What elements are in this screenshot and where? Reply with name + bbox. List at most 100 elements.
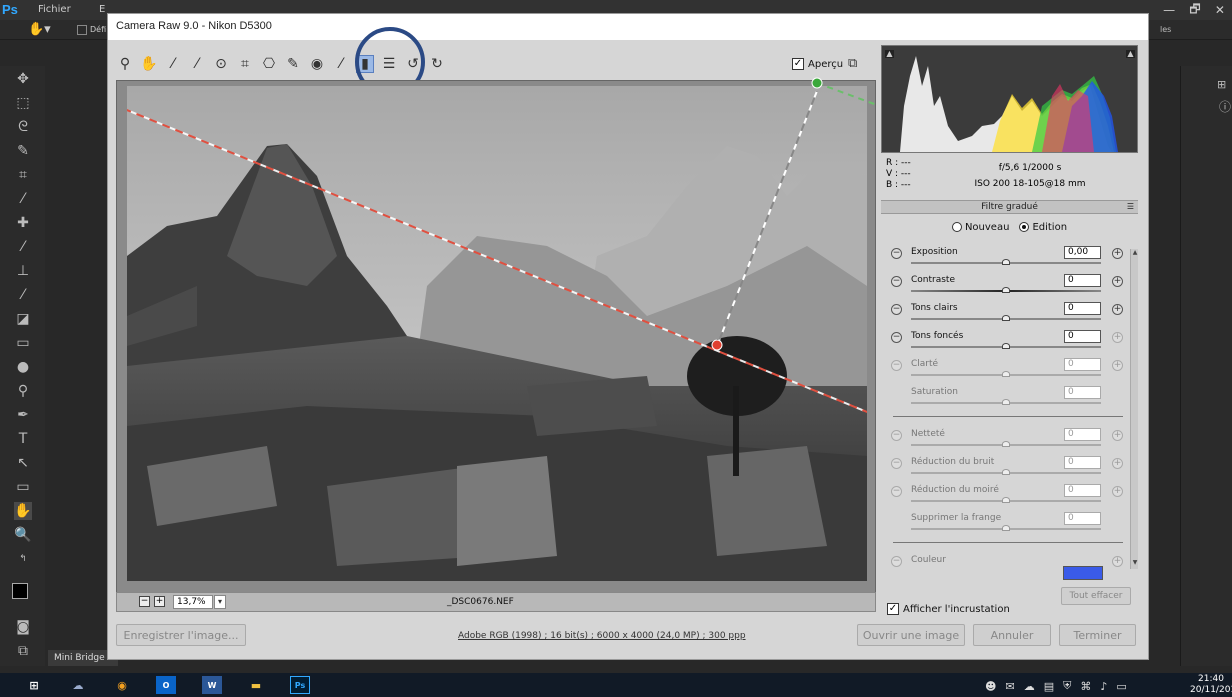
decrease-icon[interactable]: − (891, 332, 902, 343)
foreground-color[interactable] (12, 583, 28, 599)
slider-value[interactable]: 0,00 (1064, 246, 1101, 259)
slider-thumb[interactable] (1002, 371, 1010, 377)
menu-fichier[interactable]: Fichier (38, 4, 71, 15)
fullscreen-icon[interactable]: ⧉ (848, 56, 866, 72)
panel-scrollbar[interactable]: ▲ ▼ (1130, 249, 1138, 569)
white-balance-icon[interactable]: ⁄ (164, 55, 182, 73)
color-swatch[interactable] (1063, 566, 1103, 580)
file-explorer-icon[interactable]: ▬ (246, 676, 266, 694)
close-icon[interactable]: ✕ (1215, 3, 1225, 17)
panel-collapse-icon[interactable]: ⊞ (1217, 78, 1226, 91)
increase-icon[interactable]: + (1112, 332, 1123, 343)
path-select-tool-icon[interactable]: ↖ (14, 454, 32, 472)
slider-value[interactable]: 0 (1064, 330, 1101, 343)
lasso-tool-icon[interactable]: ᘓ (14, 118, 32, 136)
spot-removal-icon[interactable]: ✎ (284, 55, 302, 73)
slider-thumb[interactable] (1002, 315, 1010, 321)
crop-tool-icon[interactable]: ⌗ (14, 166, 32, 184)
slider-value[interactable]: 0 (1064, 428, 1101, 441)
increase-icon[interactable]: + (1112, 458, 1123, 469)
scroll-down-icon[interactable]: ▼ (1131, 559, 1139, 566)
history-brush-icon[interactable]: ⁄ (14, 286, 32, 304)
increase-icon[interactable]: + (1112, 556, 1123, 567)
mode-new-option[interactable]: Nouveau (951, 222, 1009, 233)
show-overlay-checkbox[interactable]: ✓ (887, 603, 899, 615)
done-button[interactable]: Terminer (1059, 624, 1136, 646)
slider-thumb[interactable] (1002, 497, 1010, 503)
slider-thumb[interactable] (1002, 525, 1010, 531)
straighten-icon[interactable]: ⎔ (260, 55, 278, 73)
graduated-filter-overlay[interactable] (127, 86, 867, 581)
shape-tool-icon[interactable]: ▭ (14, 478, 32, 496)
quick-mask-icon[interactable]: ◙ (14, 618, 32, 636)
volume-icon[interactable]: ♪ (1100, 680, 1107, 693)
rotate-right-icon[interactable]: ↻ (428, 55, 446, 73)
radio-edit[interactable] (1019, 222, 1030, 232)
panel-menu-icon[interactable]: ☰ (1127, 201, 1134, 213)
brush-tool-icon[interactable]: ⁄ (14, 238, 32, 256)
dodge-tool-icon[interactable]: ⚲ (14, 382, 32, 400)
minimize-icon[interactable]: — (1163, 3, 1175, 17)
screen-mode-icon[interactable]: ⧉ (14, 642, 32, 660)
crop-icon[interactable]: ⌗ (236, 55, 254, 73)
save-image-button[interactable]: Enregistrer l'image... (116, 624, 246, 646)
outlook-icon[interactable]: O (156, 676, 176, 694)
eyedropper-tool-icon[interactable]: ⁄ (14, 190, 32, 208)
decrease-icon[interactable]: − (891, 430, 902, 441)
healing-tool-icon[interactable]: ✚ (14, 214, 32, 232)
stamp-tool-icon[interactable]: ⊥ (14, 262, 32, 280)
preview-checkbox[interactable]: ✓ (792, 58, 804, 70)
battery-icon[interactable]: ▭ (1116, 680, 1126, 693)
decrease-icon[interactable]: − (891, 486, 902, 497)
increase-icon[interactable]: + (1112, 360, 1123, 371)
text-tool-icon[interactable]: T (14, 430, 32, 448)
increase-icon[interactable]: + (1112, 430, 1123, 441)
mode-edit-option[interactable]: Edition (1019, 222, 1067, 233)
hand-tool-icon[interactable]: ✋ (14, 502, 32, 520)
slider-value[interactable]: 0 (1064, 512, 1101, 525)
zoom-icon[interactable]: ⚲ (116, 55, 134, 73)
tray-app-icon[interactable]: ☻ (985, 680, 996, 693)
tray-cloud-icon[interactable]: ☁ (1024, 680, 1035, 693)
increase-icon[interactable]: + (1112, 248, 1123, 259)
marquee-tool-icon[interactable]: ⬚ (14, 94, 32, 112)
slider-value[interactable]: 0 (1064, 358, 1101, 371)
zoom-in-button[interactable]: + (154, 596, 165, 607)
decrease-icon[interactable]: − (891, 458, 902, 469)
photo-preview[interactable] (127, 86, 867, 581)
network-icon[interactable]: ⌘ (1080, 680, 1091, 693)
restore-icon[interactable]: 🗗 (1189, 0, 1200, 21)
slider-thumb[interactable] (1002, 441, 1010, 447)
windows-start-icon[interactable]: ⊞ (24, 676, 44, 694)
cancel-button[interactable]: Annuler (973, 624, 1051, 646)
photoshop-taskbar-icon[interactable]: Ps (290, 676, 310, 694)
word-icon[interactable]: W (202, 676, 222, 694)
slider-thumb[interactable] (1002, 469, 1010, 475)
open-image-button[interactable]: Ouvrir une image (857, 624, 965, 646)
decrease-icon[interactable]: − (891, 276, 902, 287)
move-tool-icon[interactable]: ✥ (14, 70, 32, 88)
clock[interactable]: 21:40 20/11/2019 (1190, 674, 1232, 696)
scroll-up-icon[interactable]: ▲ (1131, 249, 1139, 256)
option-checkbox[interactable] (77, 25, 87, 35)
hand-icon[interactable]: ✋ (140, 55, 158, 73)
color-sampler-icon[interactable]: ⁄ (188, 55, 206, 73)
slider-value[interactable]: 0 (1064, 484, 1101, 497)
hand-tool-icon[interactable]: ✋▾ (28, 22, 51, 37)
increase-icon[interactable]: + (1112, 486, 1123, 497)
eraser-tool-icon[interactable]: ◪ (14, 310, 32, 328)
gradient-tool-icon[interactable]: ▭ (14, 334, 32, 352)
swap-colors-icon[interactable]: ↰ (14, 550, 32, 568)
pen-tool-icon[interactable]: ✒ (14, 406, 32, 424)
slider-thumb[interactable] (1002, 287, 1010, 293)
zoom-dropdown-icon[interactable]: ▾ (214, 595, 226, 609)
zoom-level-field[interactable]: 13,7% (173, 595, 213, 609)
zoom-out-button[interactable]: − (139, 596, 150, 607)
app-icon[interactable]: ☁ (68, 676, 88, 694)
slider-thumb[interactable] (1002, 259, 1010, 265)
slider-value[interactable]: 0 (1064, 386, 1101, 399)
info-icon[interactable]: ⓘ (1219, 98, 1231, 115)
slider-value[interactable]: 0 (1064, 302, 1101, 315)
menu-edition[interactable]: E (99, 4, 105, 15)
slider-thumb[interactable] (1002, 399, 1010, 405)
